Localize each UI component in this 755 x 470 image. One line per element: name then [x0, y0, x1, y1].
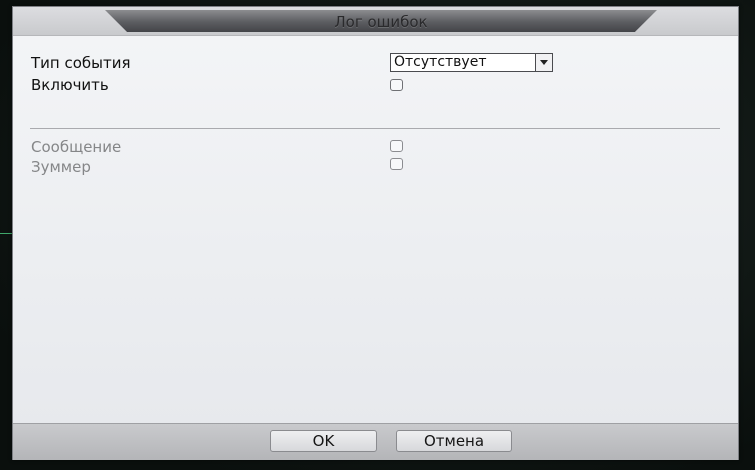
screen-background: Лог ошибок Тип события Отсутствует Включ…: [0, 0, 755, 470]
enable-checkbox[interactable]: [390, 79, 403, 91]
enable-label: Включить: [31, 76, 109, 94]
buzzer-label: Зуммер: [31, 158, 91, 176]
chevron-down-icon[interactable]: [535, 54, 552, 71]
event-type-label: Тип события: [31, 54, 131, 72]
event-type-select[interactable]: Отсутствует: [390, 53, 553, 72]
ok-button[interactable]: OK: [270, 430, 377, 452]
title-bar: Лог ошибок: [13, 7, 738, 36]
message-checkbox[interactable]: [390, 140, 403, 152]
message-label: Сообщение: [31, 138, 122, 156]
cancel-button[interactable]: Отмена: [396, 430, 512, 452]
dialog-title: Лог ошибок: [334, 13, 428, 31]
event-type-value: Отсутствует: [394, 54, 487, 70]
error-log-dialog: Лог ошибок Тип события Отсутствует Включ…: [12, 6, 739, 460]
buzzer-checkbox[interactable]: [390, 158, 403, 170]
section-divider: [30, 128, 720, 129]
